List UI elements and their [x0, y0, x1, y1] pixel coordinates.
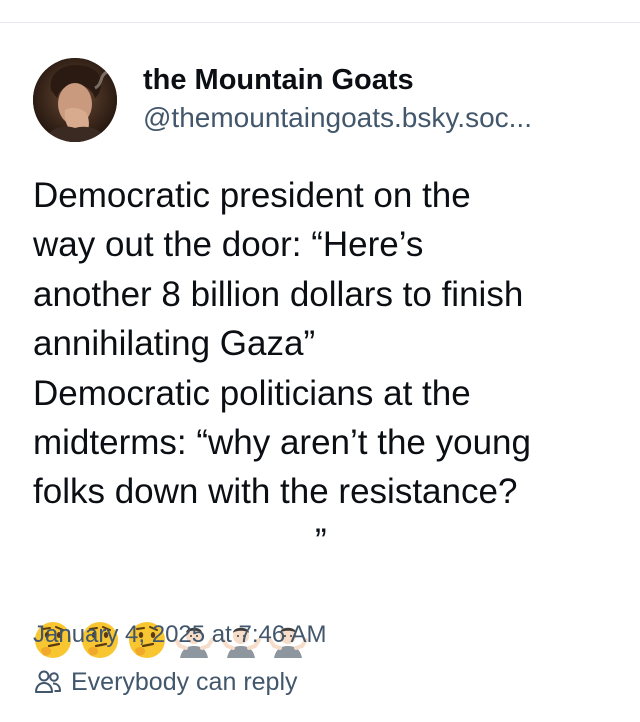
- post-timestamp[interactable]: January 4, 2025 at 7:46 AM: [33, 620, 327, 650]
- author-display-name[interactable]: the Mountain Goats: [143, 61, 532, 99]
- author-avatar[interactable]: [33, 58, 117, 142]
- post-text-line: Democratic politicians at the: [33, 373, 471, 413]
- post-text-line: annihilating Gaza”: [33, 324, 316, 364]
- post-body: Democratic president on the way out the d…: [33, 171, 623, 659]
- person-shrugging-icon: [221, 521, 261, 659]
- post-text-line: folks down with the resistance?: [33, 472, 518, 512]
- post-text-line: midterms: “why aren’t the young: [33, 423, 531, 463]
- people-icon: [33, 667, 63, 697]
- post-text-line: another 8 billion dollars to finish: [33, 274, 524, 314]
- emoji-line-tail: ”: [315, 521, 327, 561]
- author-handle[interactable]: @themountaingoats.bsky.soc...: [143, 100, 532, 136]
- post-card[interactable]: the Mountain Goats @themountaingoats.bsk…: [0, 23, 640, 722]
- thinking-face-icon: [127, 521, 167, 659]
- person-shrugging-icon: [268, 521, 308, 659]
- post-text-line: way out the door: “Here’s: [33, 225, 424, 265]
- reply-settings-label: Everybody can reply: [71, 667, 298, 696]
- thinking-face-icon: [33, 521, 73, 659]
- post-author[interactable]: the Mountain Goats @themountaingoats.bsk…: [33, 58, 532, 142]
- emoji-line: ”: [33, 517, 623, 659]
- person-shrugging-icon: [174, 521, 214, 659]
- thinking-face-icon: [80, 521, 120, 659]
- author-names[interactable]: the Mountain Goats @themountaingoats.bsk…: [143, 64, 532, 136]
- post-text-line: Democratic president on the: [33, 176, 471, 215]
- reply-settings[interactable]: Everybody can reply: [33, 667, 298, 697]
